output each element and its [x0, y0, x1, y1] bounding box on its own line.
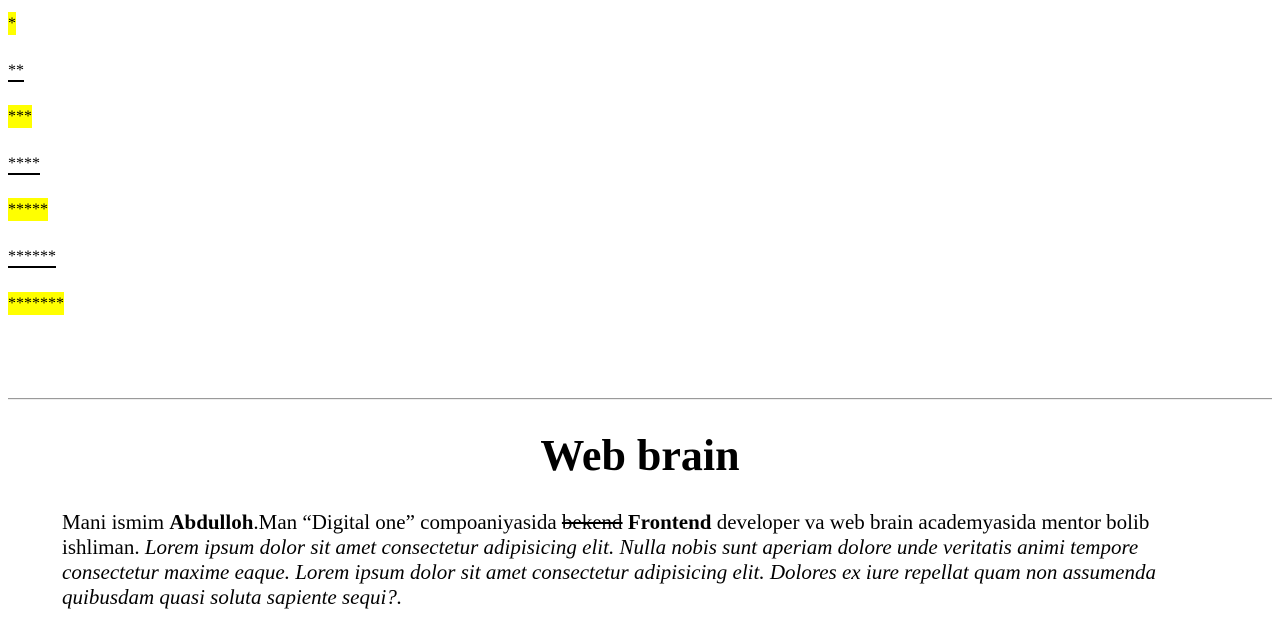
- highlighted-stars: *****: [8, 198, 48, 222]
- bio-paragraph: Mani ismim Abdulloh.Man “Digital one” co…: [62, 510, 1222, 610]
- highlighted-stars: *: [8, 12, 16, 35]
- star-row: *******: [8, 291, 64, 339]
- lorem-italic: Lorem ipsum dolor sit amet consectetur a…: [62, 535, 1156, 609]
- company-text: .Man “Digital one” compoaniyasida: [253, 510, 562, 534]
- intro-text: Mani ismim: [62, 510, 170, 534]
- star-row: ******: [8, 245, 64, 292]
- horizontal-divider: [8, 398, 1272, 400]
- name-bold: Abdulloh: [169, 510, 254, 534]
- star-row: ***: [8, 105, 64, 152]
- underlined-stars: **: [8, 61, 24, 79]
- underlined-stars: ****: [8, 154, 40, 172]
- star-row: **: [8, 59, 64, 106]
- star-row: *: [8, 12, 64, 59]
- star-row: *****: [8, 198, 64, 245]
- star-list: * ** *** **** ***** ****** *******: [8, 12, 64, 338]
- underlined-stars: ******: [8, 247, 56, 265]
- page-title: Web brain: [540, 431, 740, 480]
- role-bold: Frontend: [627, 510, 712, 534]
- star-row: ****: [8, 152, 64, 199]
- page: * ** *** **** ***** ****** ******* Web b…: [0, 0, 1280, 633]
- highlighted-stars: ***: [8, 105, 32, 129]
- struck-text: bekend: [561, 510, 623, 534]
- highlighted-stars: *******: [8, 291, 64, 315]
